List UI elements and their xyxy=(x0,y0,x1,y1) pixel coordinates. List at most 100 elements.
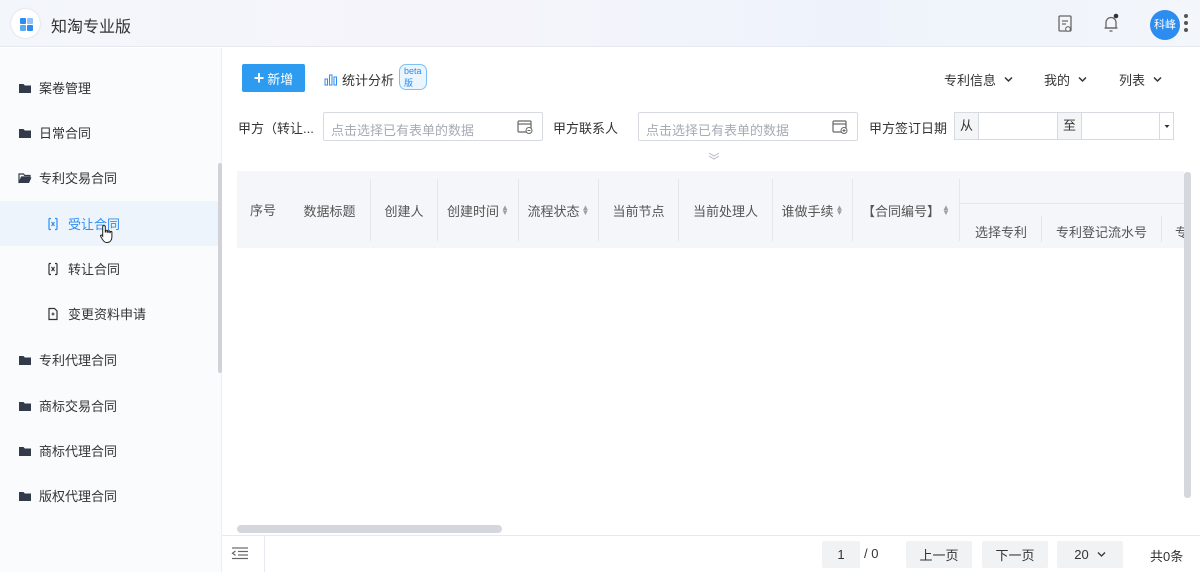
sidebar-item-patent-trade-contract[interactable]: 专利交易合同 xyxy=(0,155,218,200)
sort-icon[interactable]: ▲ ▼ xyxy=(582,204,590,217)
dropdown-label: 专利信息 xyxy=(944,73,997,88)
sign-date-label: 甲方签订日期 xyxy=(869,121,948,136)
collapse-filters-icon[interactable] xyxy=(707,152,721,160)
table-horizontal-scrollbar[interactable] xyxy=(237,525,502,533)
pagination-bar xyxy=(222,535,1200,572)
folder-icon xyxy=(19,446,31,456)
contact-placeholder: 点击选择已有表单的数据 xyxy=(646,123,790,138)
date-to-input[interactable] xyxy=(1083,113,1159,139)
sub-column-header[interactable]: 专 xyxy=(1175,222,1184,241)
sidebar-item-label: 案卷管理 xyxy=(39,81,92,96)
party-a-input[interactable]: 点击选择已有表单的数据 xyxy=(323,112,543,141)
contract-icon xyxy=(48,217,58,230)
app-logo xyxy=(11,9,40,38)
prev-page-button[interactable]: 上一页 xyxy=(906,541,972,568)
party-a-label: 甲方（转让... xyxy=(238,121,314,136)
folder-icon xyxy=(19,491,31,501)
sub-column-header[interactable]: 专利登记流水号 xyxy=(1056,222,1147,241)
folder-icon xyxy=(19,355,31,365)
page-number-input[interactable]: 1 xyxy=(822,541,860,568)
page-size-select[interactable]: 20 xyxy=(1057,541,1123,568)
column-divider xyxy=(1041,216,1042,242)
sidebar-item-label: 日常合同 xyxy=(39,126,92,141)
sidebar-item-label: 商标交易合同 xyxy=(39,399,118,414)
chevron-down-icon xyxy=(1078,76,1087,83)
patent-info-dropdown[interactable]: 专利信息 xyxy=(944,70,1013,89)
column-header[interactable]: 谁做手续 ▲ ▼ xyxy=(773,179,853,241)
to-label: 至 xyxy=(1057,113,1082,139)
stats-analysis-button[interactable]: 统计分析 beta版 xyxy=(324,64,427,90)
column-header[interactable]: 当前节点 xyxy=(599,179,679,241)
stats-analysis-label: 统计分析 xyxy=(342,73,395,88)
view-dropdown[interactable]: 列表 xyxy=(1119,70,1162,89)
sidebar-item-patent-agency-contract[interactable]: 专利代理合同 xyxy=(0,337,218,382)
total-pages: / 0 xyxy=(864,546,879,561)
sidebar-item-daily-contract[interactable]: 日常合同 xyxy=(0,110,218,155)
dropdown-label: 列表 xyxy=(1119,73,1146,88)
column-header[interactable]: 当前处理人 xyxy=(679,179,773,241)
add-button[interactable]: + 新增 xyxy=(242,64,305,92)
sidebar-item-copyright-agency-contract[interactable]: 版权代理合同 xyxy=(0,473,218,518)
footer-divider xyxy=(264,535,265,572)
sidebar-item-label: 变更资料申请 xyxy=(68,307,147,322)
contact-label: 甲方联系人 xyxy=(553,121,619,136)
next-page-button[interactable]: 下一页 xyxy=(982,541,1048,568)
contact-input[interactable]: 点击选择已有表单的数据 xyxy=(638,112,858,141)
chevron-down-icon xyxy=(1004,76,1013,83)
total-count: 共0条 xyxy=(1150,549,1184,564)
folder-icon xyxy=(19,83,31,93)
sidebar-item-trademark-agency-contract[interactable]: 商标代理合同 xyxy=(0,428,218,473)
sign-date-range: 从 至 xyxy=(954,112,1174,140)
table-vertical-scrollbar[interactable] xyxy=(1184,172,1191,498)
date-dropdown-button[interactable] xyxy=(1159,113,1173,139)
mine-dropdown[interactable]: 我的 xyxy=(1044,70,1087,89)
bell-icon[interactable] xyxy=(1100,13,1122,35)
plus-icon: + xyxy=(253,68,265,88)
sidebar-item-label: 版权代理合同 xyxy=(39,489,118,504)
column-header[interactable]: 数据标题 xyxy=(289,179,371,241)
date-from-input[interactable] xyxy=(980,113,1057,139)
chevron-down-icon xyxy=(1153,76,1162,83)
sidebar-item-trademark-trade-contract[interactable]: 商标交易合同 xyxy=(0,383,218,428)
more-vertical-icon[interactable] xyxy=(1183,14,1189,36)
sub-column-header[interactable]: 选择专利 xyxy=(975,222,1027,241)
sidebar-item-case-management[interactable]: 案卷管理 xyxy=(0,65,218,110)
party-a-placeholder: 点击选择已有表单的数据 xyxy=(331,123,475,138)
avatar[interactable]: 科峰 xyxy=(1150,10,1180,40)
sort-icon[interactable]: ▲ ▼ xyxy=(501,204,509,217)
column-header[interactable]: 创建时间 ▲ ▼ xyxy=(438,179,519,241)
sidebar-item-label: 专利代理合同 xyxy=(39,353,118,368)
sidebar-scrollbar[interactable] xyxy=(218,163,222,373)
sidebar-item-transfer-contract[interactable]: 转让合同 xyxy=(0,246,218,291)
column-header[interactable]: 创建人 xyxy=(371,179,438,241)
caret-down-icon xyxy=(1164,125,1170,128)
dropdown-label: 我的 xyxy=(1044,73,1071,88)
sort-icon[interactable]: ▲ ▼ xyxy=(836,204,844,217)
column-header[interactable]: 【合同编号】 ▲ ▼ xyxy=(853,179,960,241)
sort-icon[interactable]: ▲ ▼ xyxy=(942,204,950,217)
form-select-icon[interactable] xyxy=(832,120,848,134)
sidebar-item-label: 转让合同 xyxy=(68,262,121,277)
document-icon[interactable] xyxy=(1054,13,1076,35)
page-size-value: 20 xyxy=(1074,547,1089,562)
sidebar: 案卷管理 日常合同 专利交易合同 受让合同 转让合同 变更资料申请 专利代理合同… xyxy=(0,48,222,572)
folder-open-icon xyxy=(18,172,32,183)
form-select-icon[interactable] xyxy=(517,120,533,134)
sidebar-item-change-request[interactable]: 变更资料申请 xyxy=(0,291,218,336)
from-label: 从 xyxy=(955,113,979,139)
folder-icon xyxy=(19,401,31,411)
hand-cursor-icon xyxy=(99,224,113,243)
sidebar-item-label: 专利交易合同 xyxy=(39,171,118,186)
column-header[interactable]: 序号 xyxy=(237,171,289,248)
column-group-divider xyxy=(960,203,1184,204)
add-button-label: 新增 xyxy=(267,71,294,87)
column-divider xyxy=(1161,216,1162,242)
sidebar-item-label: 商标代理合同 xyxy=(39,444,118,459)
file-icon xyxy=(48,307,58,320)
top-bar: 知淘专业版 科峰 xyxy=(0,0,1200,47)
app-title: 知淘专业版 xyxy=(51,19,132,36)
chevron-down-icon xyxy=(1097,552,1106,557)
column-header[interactable]: 流程状态 ▲ ▼ xyxy=(519,179,599,241)
collapse-sidebar-icon[interactable] xyxy=(230,545,250,561)
beta-badge: beta版 xyxy=(399,64,427,90)
